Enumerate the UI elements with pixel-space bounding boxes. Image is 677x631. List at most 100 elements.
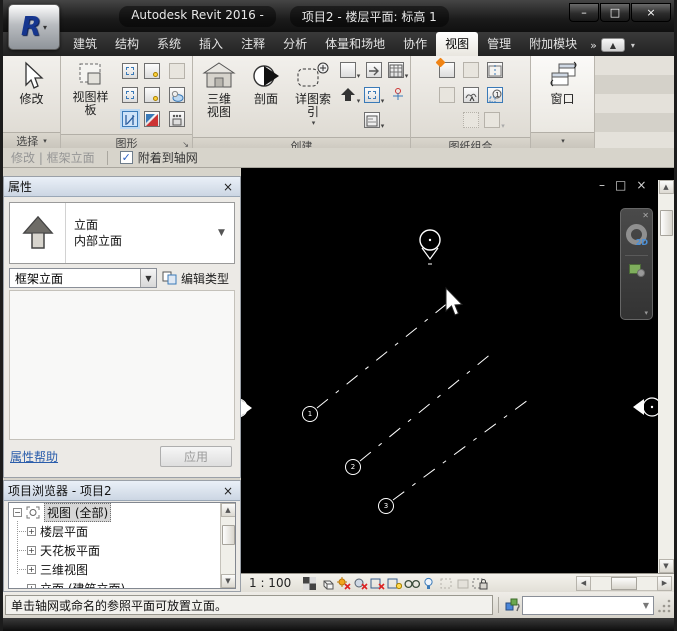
scope-box-button[interactable] — [390, 87, 406, 107]
crop-region-visibility-icon[interactable] — [386, 576, 403, 591]
view-restore-button[interactable]: □ — [615, 178, 636, 192]
tree-item-floor-plans[interactable]: + 楼层平面 — [23, 522, 235, 541]
grid-bubble[interactable]: 2 — [345, 459, 361, 475]
canvas-horizontal-scrollbar[interactable]: ◀ ▶ — [576, 576, 672, 591]
chevron-down-icon[interactable]: ▼ — [218, 203, 234, 263]
type-selector[interactable]: 立面 内部立面 ▼ — [9, 202, 235, 264]
sun-path-off-icon[interactable] — [335, 576, 352, 591]
temporary-hide-isolate-icon[interactable] — [403, 576, 420, 591]
tab-systems[interactable]: 系统 — [148, 32, 190, 56]
shadows-off-icon[interactable] — [352, 576, 369, 591]
tab-addins[interactable]: 附加模块 — [520, 32, 586, 56]
tree-root-label[interactable]: 视图 (全部) — [44, 503, 111, 522]
tab-manage[interactable]: 管理 — [478, 32, 520, 56]
view-minimize-button[interactable]: – — [599, 178, 615, 192]
tree-item-elevations[interactable]: + 立面 (建筑立面) — [23, 579, 235, 589]
thin-lines-icon[interactable] — [122, 111, 138, 127]
workset-combobox[interactable]: ▼ — [522, 596, 654, 615]
cut-profile-icon[interactable] — [122, 87, 138, 103]
grid-bubble[interactable]: 3 — [378, 498, 394, 514]
tree-item-3d-views[interactable]: + 三维视图 — [23, 560, 235, 579]
attach-to-grid-checkbox[interactable]: ✓ — [120, 151, 133, 164]
tab-annotate[interactable]: 注释 — [232, 32, 274, 56]
section-button[interactable]: 剖面 — [244, 59, 288, 108]
grid-bubble[interactable]: 1 — [302, 406, 318, 422]
title-block-button[interactable] — [463, 62, 479, 82]
resize-grip[interactable] — [658, 596, 672, 614]
detail-level-icon[interactable] — [301, 576, 318, 591]
apply-button[interactable]: 应用 — [160, 446, 232, 467]
scroll-up-icon[interactable]: ▲ — [221, 503, 236, 517]
chevron-down-icon[interactable]: ▾ — [644, 309, 648, 317]
type-filter-combobox[interactable]: 框架立面 ▼ — [9, 268, 157, 288]
revisions-button[interactable] — [463, 87, 479, 107]
visibility-graphics-icon[interactable] — [122, 63, 138, 79]
application-menu-button[interactable]: R ▾ — [8, 4, 60, 50]
insert-view-button[interactable] — [487, 62, 503, 82]
render-icon[interactable] — [169, 87, 185, 103]
view-scale-button[interactable]: 1 : 100 — [241, 576, 301, 590]
ribbon-collapse-button[interactable]: ▲ — [601, 38, 625, 52]
drafting-view-button[interactable] — [366, 62, 382, 82]
expand-plus-icon[interactable]: + — [27, 565, 36, 574]
reveal-constraints-icon[interactable] — [471, 576, 488, 591]
properties-help-link[interactable]: 属性帮助 — [10, 448, 58, 465]
tab-collaborate[interactable]: 协作 — [394, 32, 436, 56]
duplicate-view-button[interactable]: ▾ — [340, 62, 361, 82]
scroll-down-icon[interactable]: ▼ — [659, 559, 674, 573]
tab-massing-site[interactable]: 体量和场地 — [316, 32, 394, 56]
schedules-button[interactable]: ▾ — [388, 62, 409, 82]
scroll-thumb[interactable] — [222, 525, 235, 545]
new-sheet-button[interactable] — [439, 62, 455, 82]
crop-view-off-icon[interactable] — [369, 576, 386, 591]
navigation-bar[interactable]: ✕ 2D ▾ — [620, 208, 653, 320]
tree-root-views[interactable]: − 视图 (全部) — [9, 503, 235, 522]
elevation-button[interactable]: ▾ — [340, 87, 361, 107]
linework-icon[interactable] — [144, 87, 160, 103]
canvas-vertical-scrollbar[interactable]: ▲ ▼ — [658, 180, 674, 573]
close-button[interactable]: × — [631, 3, 671, 22]
tab-view[interactable]: 视图 — [436, 32, 478, 56]
tab-architecture[interactable]: 建筑 — [64, 32, 106, 56]
tab-analyze[interactable]: 分析 — [274, 32, 316, 56]
panel-label-select[interactable]: 选择 ▾ — [3, 132, 60, 148]
zoom-region-icon[interactable] — [629, 264, 645, 277]
scroll-down-icon[interactable]: ▼ — [221, 574, 236, 588]
scroll-left-icon[interactable]: ◀ — [576, 576, 591, 591]
maximize-button[interactable]: □ — [600, 3, 630, 22]
view-close-button[interactable]: × — [636, 178, 656, 192]
callout-button[interactable]: 详图索引 ▾ — [291, 59, 335, 129]
graphic-display-options-icon[interactable] — [144, 111, 160, 127]
tab-structure[interactable]: 结构 — [106, 32, 148, 56]
tab-insert[interactable]: 插入 — [190, 32, 232, 56]
selection-box-button[interactable]: ▾ — [364, 87, 385, 107]
render-gallery-icon[interactable] — [169, 111, 185, 127]
view-template-button[interactable]: 视图样板 — [65, 59, 116, 119]
filters-icon[interactable] — [144, 63, 160, 79]
scroll-up-icon[interactable]: ▲ — [659, 180, 674, 194]
reveal-hidden-elements-icon[interactable] — [420, 576, 437, 591]
legends-button[interactable]: ▾ — [364, 112, 385, 132]
drawing-canvas[interactable]: 1 2 3 –□× ✕ 2D ▾ — [241, 168, 658, 573]
modify-button[interactable]: 修改 — [10, 59, 54, 108]
minimize-button[interactable]: – — [569, 3, 599, 22]
close-icon[interactable]: ✕ — [642, 211, 649, 220]
tab-overflow-icon[interactable]: » — [590, 39, 595, 52]
expand-plus-icon[interactable]: + — [27, 546, 36, 555]
close-icon[interactable]: × — [220, 180, 236, 194]
expand-plus-icon[interactable]: + — [27, 527, 36, 536]
3d-view-button[interactable]: 三维 视图 — [197, 59, 241, 121]
scroll-right-icon[interactable]: ▶ — [657, 576, 672, 591]
collapse-minus-icon[interactable]: − — [13, 508, 22, 517]
switch-windows-button[interactable]: 窗口 — [541, 59, 585, 108]
worksets-icon[interactable] — [504, 596, 522, 614]
project-browser-header[interactable]: 项目浏览器 - 项目2 × — [4, 481, 240, 501]
edit-type-button[interactable]: 编辑类型 — [162, 270, 229, 287]
properties-header[interactable]: 属性 × — [4, 177, 240, 197]
expand-plus-icon[interactable]: + — [27, 584, 36, 589]
close-icon[interactable]: × — [220, 484, 236, 498]
chevron-down-icon[interactable]: ▼ — [140, 269, 156, 287]
chevron-down-icon[interactable]: ▼ — [643, 601, 653, 610]
steering-wheel-icon[interactable]: 2D — [626, 224, 647, 245]
visual-style-icon[interactable] — [318, 576, 335, 591]
